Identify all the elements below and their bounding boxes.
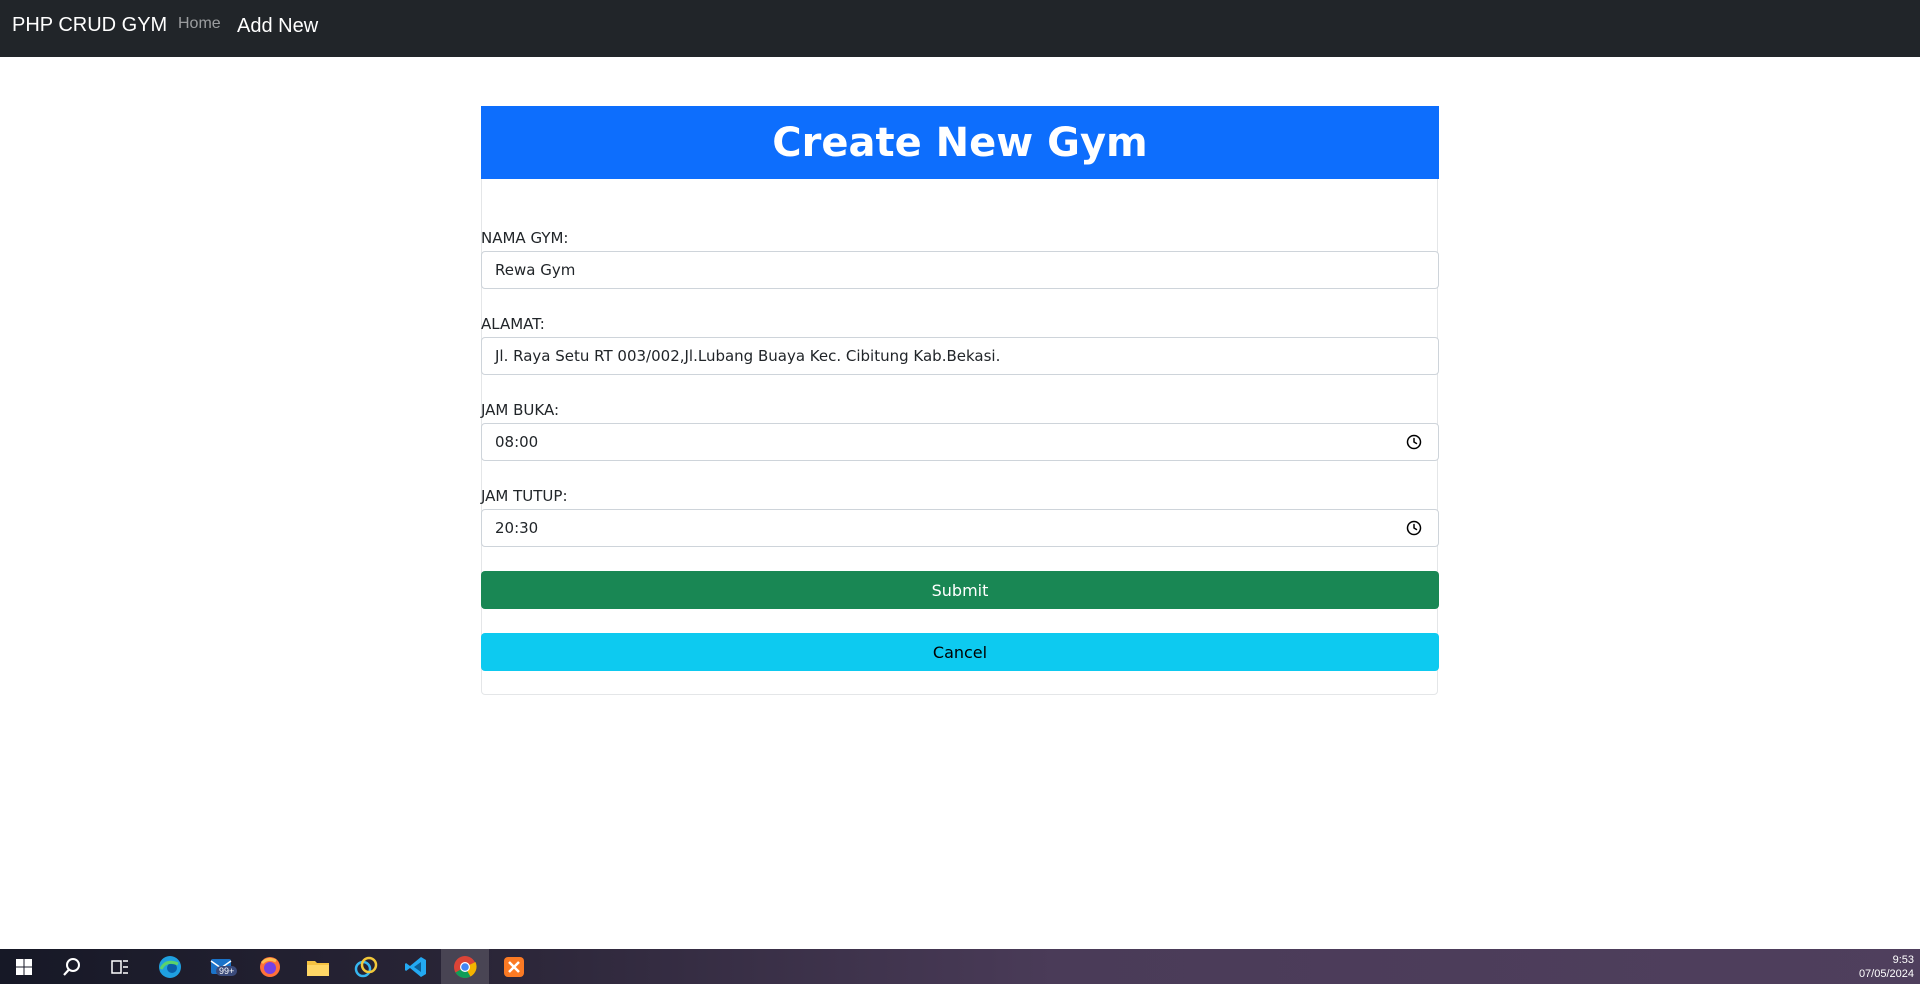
jam-buka-label: JAM BUKA: <box>481 401 560 419</box>
jam-buka-input[interactable]: 08:00 <box>481 423 1439 461</box>
clock-icon[interactable] <box>1406 434 1422 450</box>
submit-button[interactable]: Submit <box>481 571 1439 609</box>
alamat-input[interactable]: Jl. Raya Setu RT 003/002,Jl.Lubang Buaya… <box>481 337 1439 375</box>
mail-badge: 99+ <box>216 966 238 976</box>
alamat-value: Jl. Raya Setu RT 003/002,Jl.Lubang Buaya… <box>495 347 1001 365</box>
navbar-brand[interactable]: PHP CRUD GYM <box>12 14 167 37</box>
nama-gym-value: Rewa Gym <box>495 261 576 279</box>
cancel-button[interactable]: Cancel <box>481 633 1439 671</box>
windows-start-icon[interactable] <box>0 949 48 984</box>
firefox-icon[interactable] <box>246 949 294 984</box>
nama-gym-label: NAMA GYM: <box>481 229 569 247</box>
edge-icon[interactable] <box>146 949 194 984</box>
jam-tutup-input[interactable]: 20:30 <box>481 509 1439 547</box>
jam-tutup-value: 20:30 <box>495 519 539 537</box>
jam-tutup-label: JAM TUTUP: <box>481 487 568 505</box>
nav-link-add-new[interactable]: Add New <box>237 15 318 38</box>
vscode-icon[interactable] <box>392 949 440 984</box>
taskbar-time: 9:53 <box>1892 954 1914 966</box>
jam-buka-value: 08:00 <box>495 433 539 451</box>
clock-icon[interactable] <box>1406 520 1422 536</box>
xampp-icon[interactable] <box>490 949 538 984</box>
taskbar: 99+ <box>0 949 1920 984</box>
taskbar-date: 07/05/2024 <box>1858 968 1914 980</box>
mail-icon[interactable]: 99+ <box>198 949 246 984</box>
alamat-label: ALAMAT: <box>481 315 545 333</box>
taskbar-clock[interactable]: 9:53 07/05/2024 <box>1859 953 1914 981</box>
nama-gym-input[interactable]: Rewa Gym <box>481 251 1439 289</box>
navbar: PHP CRUD GYM Home Add New <box>0 0 1920 57</box>
search-icon[interactable] <box>48 949 96 984</box>
nav-link-home[interactable]: Home <box>178 15 221 33</box>
task-view-icon[interactable] <box>96 949 144 984</box>
file-explorer-icon[interactable] <box>294 949 342 984</box>
chrome-icon[interactable] <box>441 949 489 984</box>
form-title: Create New Gym <box>481 106 1439 179</box>
app-icon[interactable] <box>342 949 390 984</box>
